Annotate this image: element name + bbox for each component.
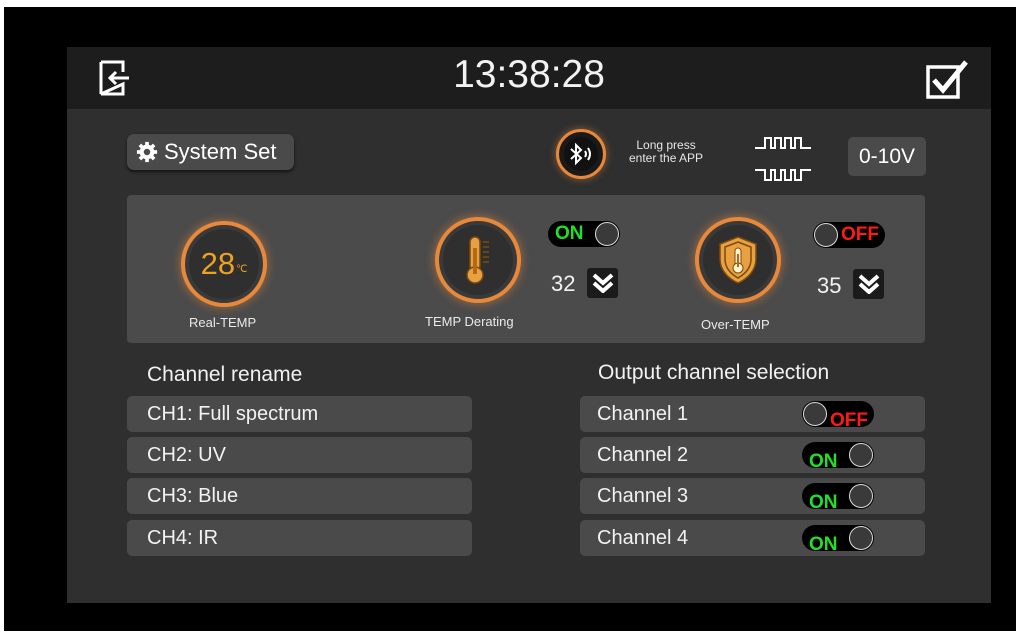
channel-rename-item[interactable]: CH4: IR (127, 520, 472, 556)
toggle-knob (849, 484, 873, 508)
thermometer-icon (466, 236, 489, 284)
toggle-knob (814, 223, 838, 247)
system-set-button[interactable]: System Set (127, 134, 294, 170)
temperature-panel: 28 ℃ Real-TEMP TEMP Derating ON 32 Over-… (127, 195, 925, 343)
temp-derating-toggle[interactable]: ON (548, 221, 620, 247)
output-channel-toggle[interactable]: ON (802, 442, 874, 472)
toggle-knob (595, 222, 619, 246)
over-temp-decrease-button[interactable] (853, 269, 884, 299)
toggle-knob (849, 443, 873, 467)
channel-rename-item[interactable]: CH3: Blue (127, 478, 472, 514)
waveform-icon[interactable] (751, 133, 815, 185)
temp-derating-setpoint: 32 (551, 271, 576, 296)
output-channel-row: Channel 4 ON (580, 520, 925, 556)
temp-derating-decrease-button[interactable] (587, 268, 618, 298)
output-channel-row: Channel 1 OFF (580, 396, 925, 432)
output-channel-label: Channel 1 (597, 403, 689, 425)
checkbox-icon[interactable] (925, 58, 969, 100)
shield-thermometer-icon (719, 236, 757, 284)
chevron-down-icon (592, 273, 613, 293)
bluetooth-hint: Long press enter the APP (629, 139, 703, 165)
gear-icon (136, 141, 158, 163)
real-temp-caption: Real-TEMP (189, 315, 257, 330)
temp-derating-gauge (435, 217, 521, 303)
over-temp-caption: Over-TEMP (701, 317, 770, 332)
real-temp-value: 28 (200, 246, 236, 281)
output-channel-toggle[interactable]: ON (802, 525, 874, 555)
top-bar: 13:38:28 (67, 47, 991, 109)
over-temp-gauge (695, 217, 781, 303)
clock: 13:38:28 (453, 53, 605, 96)
channel-rename-item[interactable]: CH2: UV (127, 437, 472, 473)
output-mode-label: 0-10V (858, 144, 916, 168)
real-temp-unit: ℃ (236, 263, 248, 275)
output-channel-label: Channel 4 (597, 527, 689, 549)
output-selection-title: Output channel selection (598, 361, 830, 384)
output-channel-toggle-text: ON (809, 451, 838, 472)
temp-derating-toggle-text: ON (555, 223, 584, 244)
channel-rename-item[interactable]: CH1: Full spectrum (127, 396, 472, 432)
output-channel-row: Channel 2 ON (580, 437, 925, 473)
output-channel-toggle[interactable]: OFF (802, 401, 874, 431)
output-channel-label: Channel 3 (597, 485, 689, 507)
output-mode-button[interactable]: 0-10V (848, 137, 926, 176)
output-channel-toggle-text: OFF (830, 410, 868, 431)
bluetooth-hint-line2: enter the APP (629, 151, 704, 165)
toggle-knob (849, 526, 873, 550)
output-channel-row: Channel 3 ON (580, 478, 925, 514)
real-temp-gauge: 28 ℃ (181, 221, 267, 307)
chevron-down-icon (858, 274, 879, 294)
output-channel-toggle-text: ON (809, 534, 838, 555)
screen: 13:38:28 System Set Long press enter the… (67, 47, 991, 603)
over-temp-setpoint: 35 (817, 273, 842, 298)
bluetooth-button[interactable] (556, 129, 606, 179)
output-channel-toggle-text: ON (809, 492, 838, 513)
system-set-label: System Set (164, 139, 277, 164)
over-temp-toggle-text: OFF (841, 224, 879, 245)
channel-rename-title: Channel rename (147, 363, 303, 386)
over-temp-toggle[interactable]: OFF (813, 222, 885, 248)
output-channel-toggle[interactable]: ON (802, 483, 874, 513)
bluetooth-icon (570, 143, 591, 165)
temp-derating-caption: TEMP Derating (425, 314, 514, 329)
toggle-knob (803, 402, 827, 426)
output-channel-label: Channel 2 (597, 444, 689, 466)
